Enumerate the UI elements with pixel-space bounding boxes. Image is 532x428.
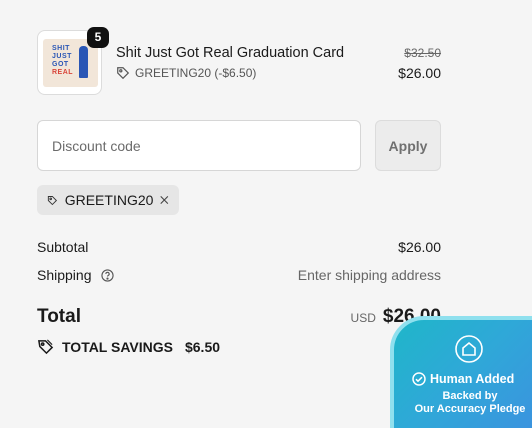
shipping-label-wrap: Shipping	[37, 267, 115, 283]
applied-discount-code: GREETING20	[64, 192, 154, 208]
subtotal-label: Subtotal	[37, 239, 89, 255]
graduate-figure	[79, 46, 88, 78]
applied-discount-chip: GREETING20	[37, 185, 179, 215]
badge-subtitle: Backed by Our Accuracy Pledge	[414, 390, 526, 415]
total-label: Total	[37, 306, 81, 327]
savings-value: $6.50	[184, 338, 221, 355]
tag-icon	[117, 67, 130, 80]
close-icon[interactable]	[160, 194, 169, 206]
badge-title-row: Human Added	[412, 372, 514, 386]
shipping-label: Shipping	[37, 267, 92, 283]
help-icon[interactable]	[101, 269, 115, 282]
item-discount-label: GREETING20 (-$6.50)	[135, 66, 257, 80]
item-discount: GREETING20 (-$6.50)	[116, 66, 256, 80]
discount-code-input[interactable]	[37, 120, 361, 171]
total-currency: USD	[350, 311, 376, 325]
shield-home-icon	[455, 335, 483, 363]
card-art-lettering: SHIT JUST GOT REAL	[52, 45, 74, 76]
shipping-value: Enter shipping address	[297, 267, 441, 283]
product-title: Shit Just Got Real Graduation Card	[116, 45, 345, 61]
line-item: SHIT JUST GOT REAL 5 Shit Just Got Real …	[37, 27, 441, 96]
total-savings: TOTAL SAVINGS $6.50	[37, 338, 220, 355]
trust-badge[interactable]: Human Added Backed by Our Accuracy Pledg…	[390, 316, 532, 428]
check-circle-icon	[412, 372, 426, 386]
product-thumbnail: SHIT JUST GOT REAL 5	[37, 27, 109, 95]
savings-label: TOTAL SAVINGS	[62, 338, 173, 355]
price-original: $32.50	[404, 46, 441, 60]
tag-icon	[37, 339, 54, 355]
tag-icon	[47, 195, 58, 205]
price-discounted: $26.00	[398, 65, 441, 81]
apply-button[interactable]: Apply	[375, 120, 441, 171]
subtotal-value: $26.00	[398, 239, 441, 255]
badge-title: Human Added	[430, 372, 515, 386]
quantity-badge: 5	[87, 27, 109, 48]
